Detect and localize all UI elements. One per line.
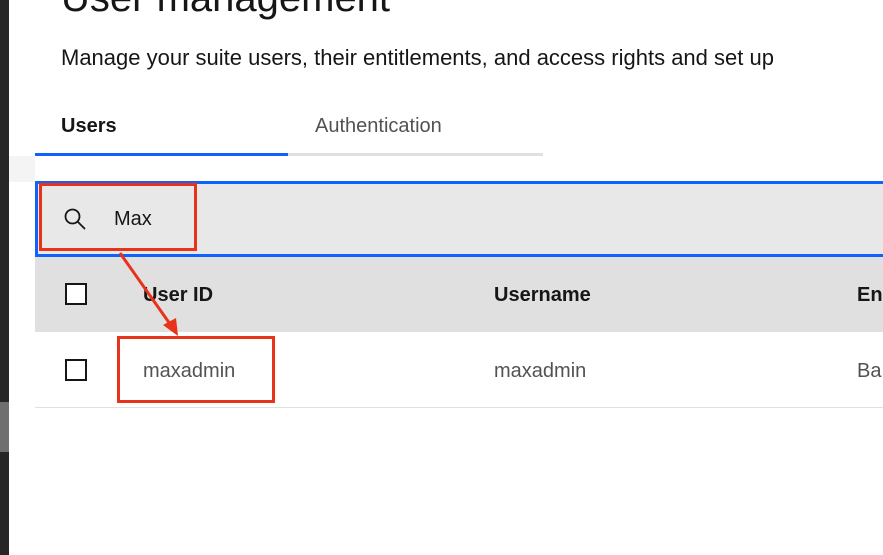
column-header-email[interactable]: En <box>857 282 883 308</box>
cell-username: maxadmin <box>494 360 587 382</box>
annotation-box-search <box>39 183 197 251</box>
page-title: User management <box>61 0 390 20</box>
tab-list: Users Authentication <box>35 104 543 156</box>
cell-email: Ba <box>857 360 882 382</box>
table-header-row: User ID Username En <box>35 257 883 332</box>
column-header-user-id[interactable]: User ID <box>143 282 213 308</box>
scroll-marker <box>0 402 9 452</box>
window-left-edge <box>0 0 9 555</box>
search-input[interactable] <box>114 206 814 232</box>
page-subtitle: Manage your suite users, their entitleme… <box>61 45 774 70</box>
row-checkbox[interactable] <box>65 359 87 381</box>
tab-users[interactable]: Users <box>35 104 288 156</box>
select-all-checkbox[interactable] <box>65 283 87 305</box>
tab-authentication[interactable]: Authentication <box>288 104 543 156</box>
annotation-box-user-id <box>117 336 275 403</box>
column-header-username[interactable]: Username <box>494 282 591 308</box>
user-management-page: User management Manage your suite users,… <box>0 0 883 555</box>
